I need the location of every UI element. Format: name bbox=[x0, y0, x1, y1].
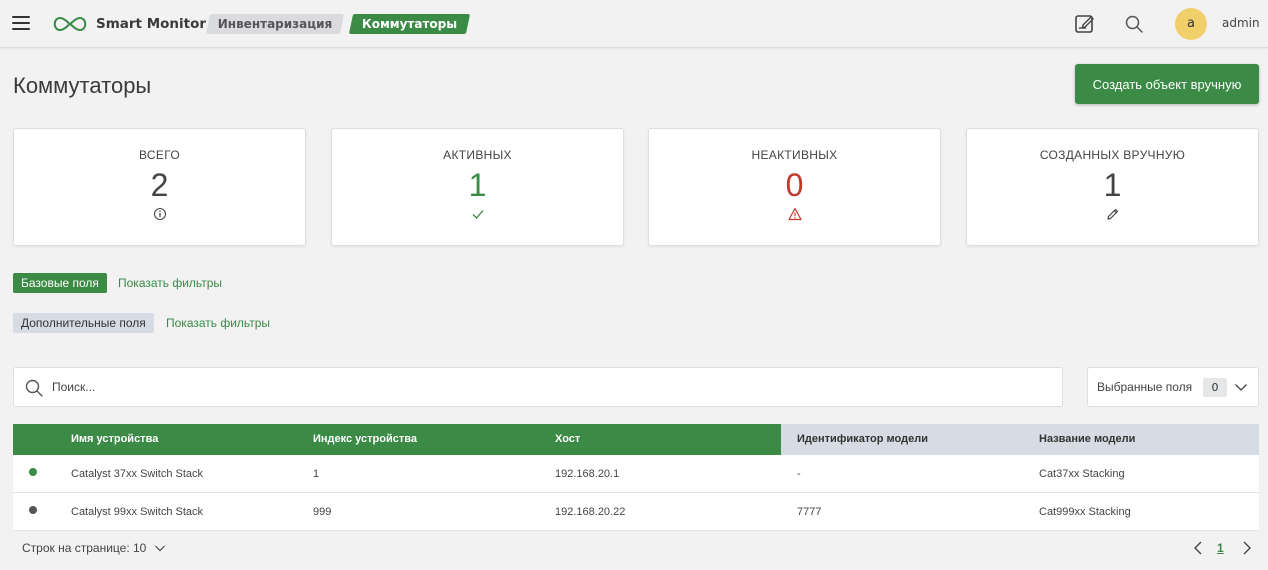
breadcrumb-label: Инвентаризация bbox=[217, 17, 333, 31]
table-row[interactable]: Catalyst 37xx Switch Stack 1 192.168.20.… bbox=[13, 455, 1259, 493]
column-header[interactable]: Идентификатор модели bbox=[781, 424, 1023, 455]
stat-label: АКТИВНЫХ bbox=[443, 148, 512, 162]
stat-value: 1 bbox=[1103, 167, 1122, 203]
selected-fields-label: Выбранные поля bbox=[1097, 380, 1193, 394]
breadcrumb-inventory[interactable]: Инвентаризация bbox=[205, 14, 345, 34]
search-bar bbox=[13, 367, 1063, 407]
stat-value: 2 bbox=[150, 167, 169, 203]
model-name-cell: Cat999xx Stacking bbox=[1039, 506, 1131, 518]
edit-note-icon[interactable] bbox=[1074, 13, 1096, 35]
page-number-current[interactable]: 1 bbox=[1217, 541, 1224, 557]
breadcrumb-switches[interactable]: Коммутаторы bbox=[348, 14, 471, 34]
search-icon bbox=[25, 379, 43, 397]
warning-icon bbox=[787, 207, 802, 221]
search-icon[interactable] bbox=[1123, 13, 1145, 35]
tag-extra-fields[interactable]: Дополнительные поля bbox=[13, 313, 154, 333]
info-icon bbox=[153, 207, 166, 221]
app-logo[interactable]: Smart Monitor bbox=[50, 14, 206, 34]
selected-fields-count: 0 bbox=[1203, 378, 1227, 397]
stat-value: 0 bbox=[785, 167, 804, 203]
stat-value: 1 bbox=[468, 167, 487, 203]
device-index-cell: 999 bbox=[313, 506, 332, 518]
switches-table: Имя устройства Индекс устройства Хост Ид… bbox=[13, 424, 1259, 531]
rows-per-page-select[interactable]: Строк на странице: 10 bbox=[22, 541, 166, 555]
column-header[interactable]: Название модели bbox=[1023, 424, 1259, 455]
status-column-header bbox=[13, 424, 55, 455]
infinity-logo-icon bbox=[53, 16, 87, 32]
device-index-cell: 1 bbox=[313, 468, 320, 480]
check-icon bbox=[472, 210, 483, 219]
status-cell bbox=[13, 493, 55, 530]
search-input[interactable] bbox=[52, 368, 1052, 406]
model-id-cell: 7777 bbox=[797, 506, 822, 518]
stat-label: СОЗДАННЫХ ВРУЧНУЮ bbox=[1039, 148, 1186, 162]
status-dot-icon bbox=[29, 468, 37, 476]
table-header: Имя устройства Индекс устройства Хост Ид… bbox=[13, 424, 1259, 455]
user-name[interactable]: admin bbox=[1222, 16, 1260, 30]
model-name-cell: Cat37xx Stacking bbox=[1039, 468, 1125, 480]
stat-label: ВСЕГО bbox=[139, 148, 180, 162]
chevron-right-icon[interactable] bbox=[1241, 540, 1253, 556]
page-title: Коммутаторы bbox=[13, 73, 152, 98]
status-cell bbox=[13, 455, 55, 492]
top-bar: Smart Monitor Инвентаризация Коммутаторы… bbox=[0, 0, 1268, 48]
model-id-cell: - bbox=[797, 468, 801, 480]
avatar[interactable]: a bbox=[1175, 8, 1207, 40]
rows-per-page-label: Строк на странице: 10 bbox=[22, 541, 147, 555]
stat-card-total[interactable]: ВСЕГО 2 bbox=[13, 128, 306, 246]
tag-base-fields[interactable]: Базовые поля bbox=[13, 273, 107, 293]
stat-card-manual[interactable]: СОЗДАННЫХ ВРУЧНУЮ 1 bbox=[966, 128, 1259, 246]
chevron-left-icon[interactable] bbox=[1192, 540, 1204, 556]
chevron-down-icon bbox=[154, 545, 165, 552]
stat-label: НЕАКТИВНЫХ bbox=[751, 148, 838, 162]
column-header[interactable]: Имя устройства bbox=[55, 424, 297, 455]
host-cell: 192.168.20.22 bbox=[555, 506, 626, 518]
column-header[interactable]: Индекс устройства bbox=[297, 424, 539, 455]
stat-card-inactive[interactable]: НЕАКТИВНЫХ 0 bbox=[648, 128, 941, 246]
pencil-icon bbox=[1106, 208, 1118, 220]
device-name-cell: Catalyst 37xx Switch Stack bbox=[71, 468, 204, 480]
status-dot-icon bbox=[29, 506, 37, 514]
show-extra-filters-link[interactable]: Показать фильтры bbox=[166, 316, 270, 330]
stat-card-active[interactable]: АКТИВНЫХ 1 bbox=[331, 128, 624, 246]
show-base-filters-link[interactable]: Показать фильтры bbox=[118, 276, 222, 290]
create-object-button[interactable]: Создать объект вручную bbox=[1075, 64, 1259, 104]
breadcrumb-label: Коммутаторы bbox=[361, 17, 458, 31]
menu-icon[interactable] bbox=[12, 16, 30, 30]
app-name: Smart Monitor bbox=[96, 16, 207, 32]
host-cell: 192.168.20.1 bbox=[555, 468, 620, 480]
selected-fields-dropdown[interactable]: Выбранные поля 0 bbox=[1087, 367, 1259, 407]
chevron-down-icon bbox=[1235, 384, 1247, 391]
column-header[interactable]: Хост bbox=[539, 424, 781, 455]
table-row[interactable]: Catalyst 99xx Switch Stack 999 192.168.2… bbox=[13, 493, 1259, 531]
device-name-cell: Catalyst 99xx Switch Stack bbox=[71, 506, 204, 518]
